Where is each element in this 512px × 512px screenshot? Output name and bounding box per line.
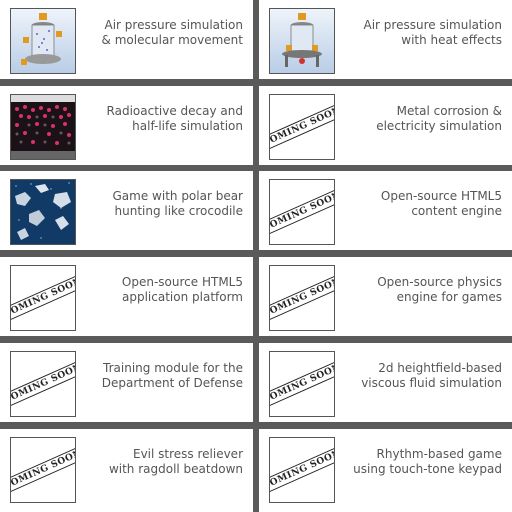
project-caption: Rhythm-based game using touch-tone keypa… [352,447,502,477]
coming-soon-label: COMING SOON [11,445,75,495]
radioactive-decay-thumbnail [10,94,76,160]
caption-line-1: Metal corrosion & [396,104,502,118]
projects-grid: Air pressure simulation & molecular move… [0,0,512,512]
project-tile-stress-reliever[interactable]: COMING SOON Evil stress reliever with ra… [0,429,253,512]
caption-line-2: electricity simulation [376,119,502,133]
caption-line-1: Open-source HTML5 [380,189,502,203]
coming-soon-label: COMING SOON [11,359,75,409]
project-tile-viscous-fluid[interactable]: COMING SOON 2d heightfield-based viscous… [259,343,512,422]
coming-soon-stamp: COMING SOON [269,265,335,331]
caption-line-1: Air pressure simulation [104,18,244,32]
project-tile-radioactive-decay[interactable]: Radioactive decay and half-life simulati… [0,86,253,165]
project-tile-html5-app-platform[interactable]: COMING SOON Open-source HTML5 applicatio… [0,257,253,336]
caption-line-1: Training module for the [103,361,243,375]
coming-soon-label: COMING SOON [270,102,334,152]
caption-line-1: Open-source HTML5 [121,275,243,289]
project-tile-rhythm-game[interactable]: COMING SOON Rhythm-based game using touc… [259,429,512,512]
caption-line-2: content engine [411,204,502,218]
coming-soon-stamp: COMING SOON [10,351,76,417]
project-caption: Open-source HTML5 content engine [352,189,502,219]
coming-soon-stamp: COMING SOON [269,179,335,245]
air-pressure-molecules-thumbnail [10,8,76,74]
caption-line-1: Radioactive decay and [106,104,243,118]
project-caption: Air pressure simulation & molecular move… [93,18,243,48]
caption-line-1: Evil stress reliever [132,447,243,461]
project-caption: 2d heightfield-based viscous fluid simul… [352,361,502,391]
caption-line-2: using touch-tone keypad [353,462,502,476]
project-caption: Training module for the Department of De… [93,361,243,391]
project-caption: Open-source physics engine for games [352,275,502,305]
caption-line-2: & molecular movement [101,33,243,47]
caption-line-1: Game with polar bear [112,189,244,203]
caption-line-2: with heat effects [401,33,502,47]
coming-soon-stamp: COMING SOON [269,437,335,503]
caption-line-2: engine for games [396,290,502,304]
project-tile-physics-engine[interactable]: COMING SOON Open-source physics engine f… [259,257,512,336]
polar-bear-game-thumbnail [10,179,76,245]
caption-line-2: half-life simulation [132,119,243,133]
coming-soon-stamp: COMING SOON [269,351,335,417]
air-pressure-heat-thumbnail [269,8,335,74]
project-caption: Game with polar bear hunting like crocod… [93,189,244,219]
caption-line-1: Rhythm-based game [376,447,502,461]
project-tile-air-pressure-heat[interactable]: Air pressure simulation with heat effect… [259,0,512,79]
coming-soon-stamp: COMING SOON [269,94,335,160]
caption-line-2: viscous fluid simulation [361,376,502,390]
caption-line-1: Open-source physics [377,275,502,289]
coming-soon-stamp: COMING SOON [10,265,76,331]
project-caption: Metal corrosion & electricity simulation [352,104,502,134]
project-tile-polar-bear-game[interactable]: Game with polar bear hunting like crocod… [0,171,253,250]
caption-line-2: with ragdoll beatdown [108,462,243,476]
project-tile-metal-corrosion[interactable]: COMING SOON Metal corrosion & electricit… [259,86,512,165]
caption-line-2: application platform [122,290,243,304]
coming-soon-label: COMING SOON [11,273,75,323]
project-caption: Air pressure simulation with heat effect… [352,18,503,48]
project-caption: Evil stress reliever with ragdoll beatdo… [93,447,243,477]
project-tile-html5-content-engine[interactable]: COMING SOON Open-source HTML5 content en… [259,171,512,250]
caption-line-1: Air pressure simulation [363,18,503,32]
project-caption: Radioactive decay and half-life simulati… [93,104,243,134]
coming-soon-stamp: COMING SOON [10,437,76,503]
coming-soon-label: COMING SOON [270,445,334,495]
caption-line-2: hunting like crocodile [114,204,244,218]
project-tile-air-pressure-molecules[interactable]: Air pressure simulation & molecular move… [0,0,253,79]
coming-soon-label: COMING SOON [270,273,334,323]
project-caption: Open-source HTML5 application platform [93,275,243,305]
project-tile-dod-training[interactable]: COMING SOON Training module for the Depa… [0,343,253,422]
coming-soon-label: COMING SOON [270,359,334,409]
caption-line-2: Department of Defense [101,376,243,390]
caption-line-1: 2d heightfield-based [378,361,502,375]
coming-soon-label: COMING SOON [270,187,334,237]
